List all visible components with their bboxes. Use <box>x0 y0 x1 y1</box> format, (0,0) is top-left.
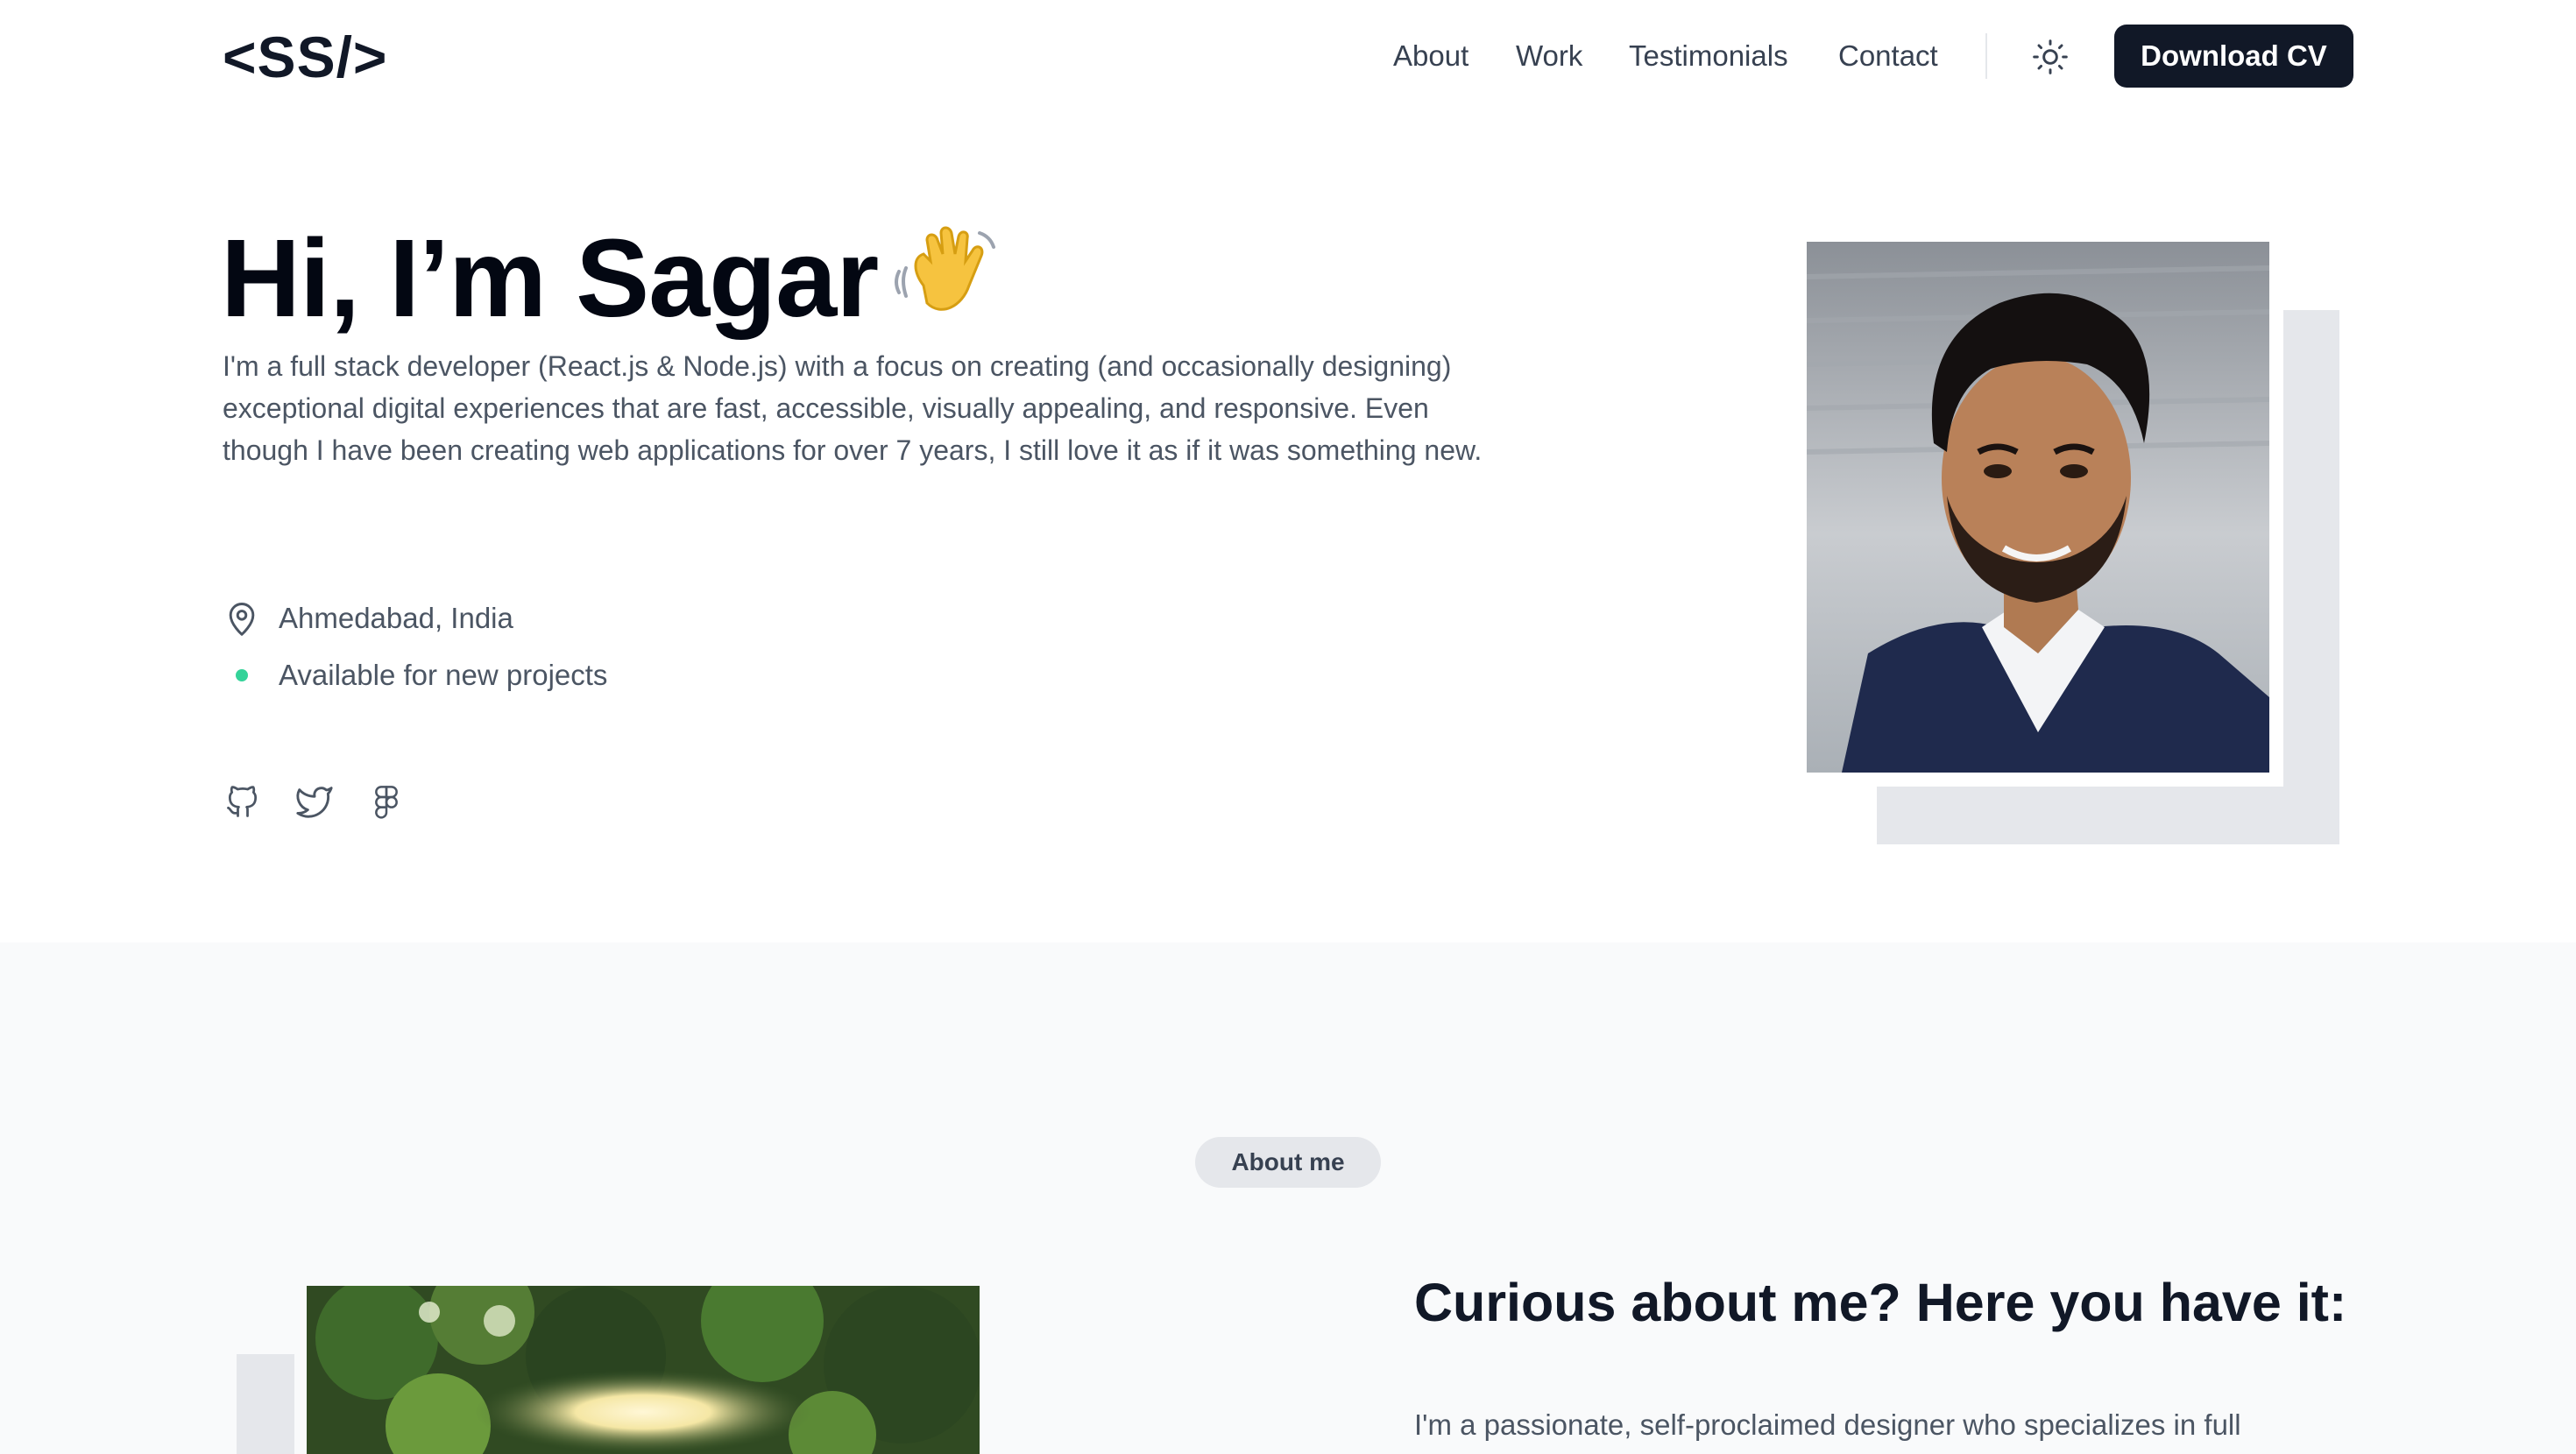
availability-row: Available for new projects <box>223 653 607 697</box>
theme-toggle-button[interactable] <box>2026 35 2075 79</box>
about-text: I'm a passionate, self-proclaimed design… <box>1414 1408 2241 1441</box>
about-photo-backdrop <box>237 1354 294 1454</box>
social-links <box>223 780 407 823</box>
about-badge: About me <box>1195 1137 1381 1188</box>
site-header: <SS/> About Work Testimonials Contact Do… <box>0 0 2576 112</box>
profile-photo <box>1807 242 2269 773</box>
availability-text: Available for new projects <box>279 659 608 691</box>
about-heading: Curious about me? Here you have it: <box>1414 1273 2347 1332</box>
about-photo <box>307 1286 980 1454</box>
map-pin-icon <box>223 599 261 638</box>
nav-link-about[interactable]: About <box>1393 35 1468 77</box>
location-text: Ahmedabad, India <box>279 602 513 634</box>
nav-divider <box>1985 33 1987 79</box>
location-row: Ahmedabad, India <box>223 596 513 640</box>
nav-link-testimonials[interactable]: Testimonials <box>1629 35 1788 77</box>
figma-icon[interactable] <box>366 780 407 823</box>
waving-hand-icon <box>895 226 995 311</box>
github-icon[interactable] <box>223 780 263 823</box>
nav-link-work[interactable]: Work <box>1516 35 1582 77</box>
site-logo[interactable]: <SS/> <box>223 25 387 89</box>
sun-icon <box>2033 39 2068 74</box>
hero-title: Hi, I’m Sagar <box>221 216 879 340</box>
twitter-icon[interactable] <box>294 780 335 823</box>
status-dot-icon <box>223 656 261 695</box>
nav-link-contact[interactable]: Contact <box>1838 35 1938 77</box>
hero-description: I'm a full stack developer (React.js & N… <box>223 350 1483 466</box>
download-cv-button[interactable]: Download CV <box>2114 25 2353 88</box>
